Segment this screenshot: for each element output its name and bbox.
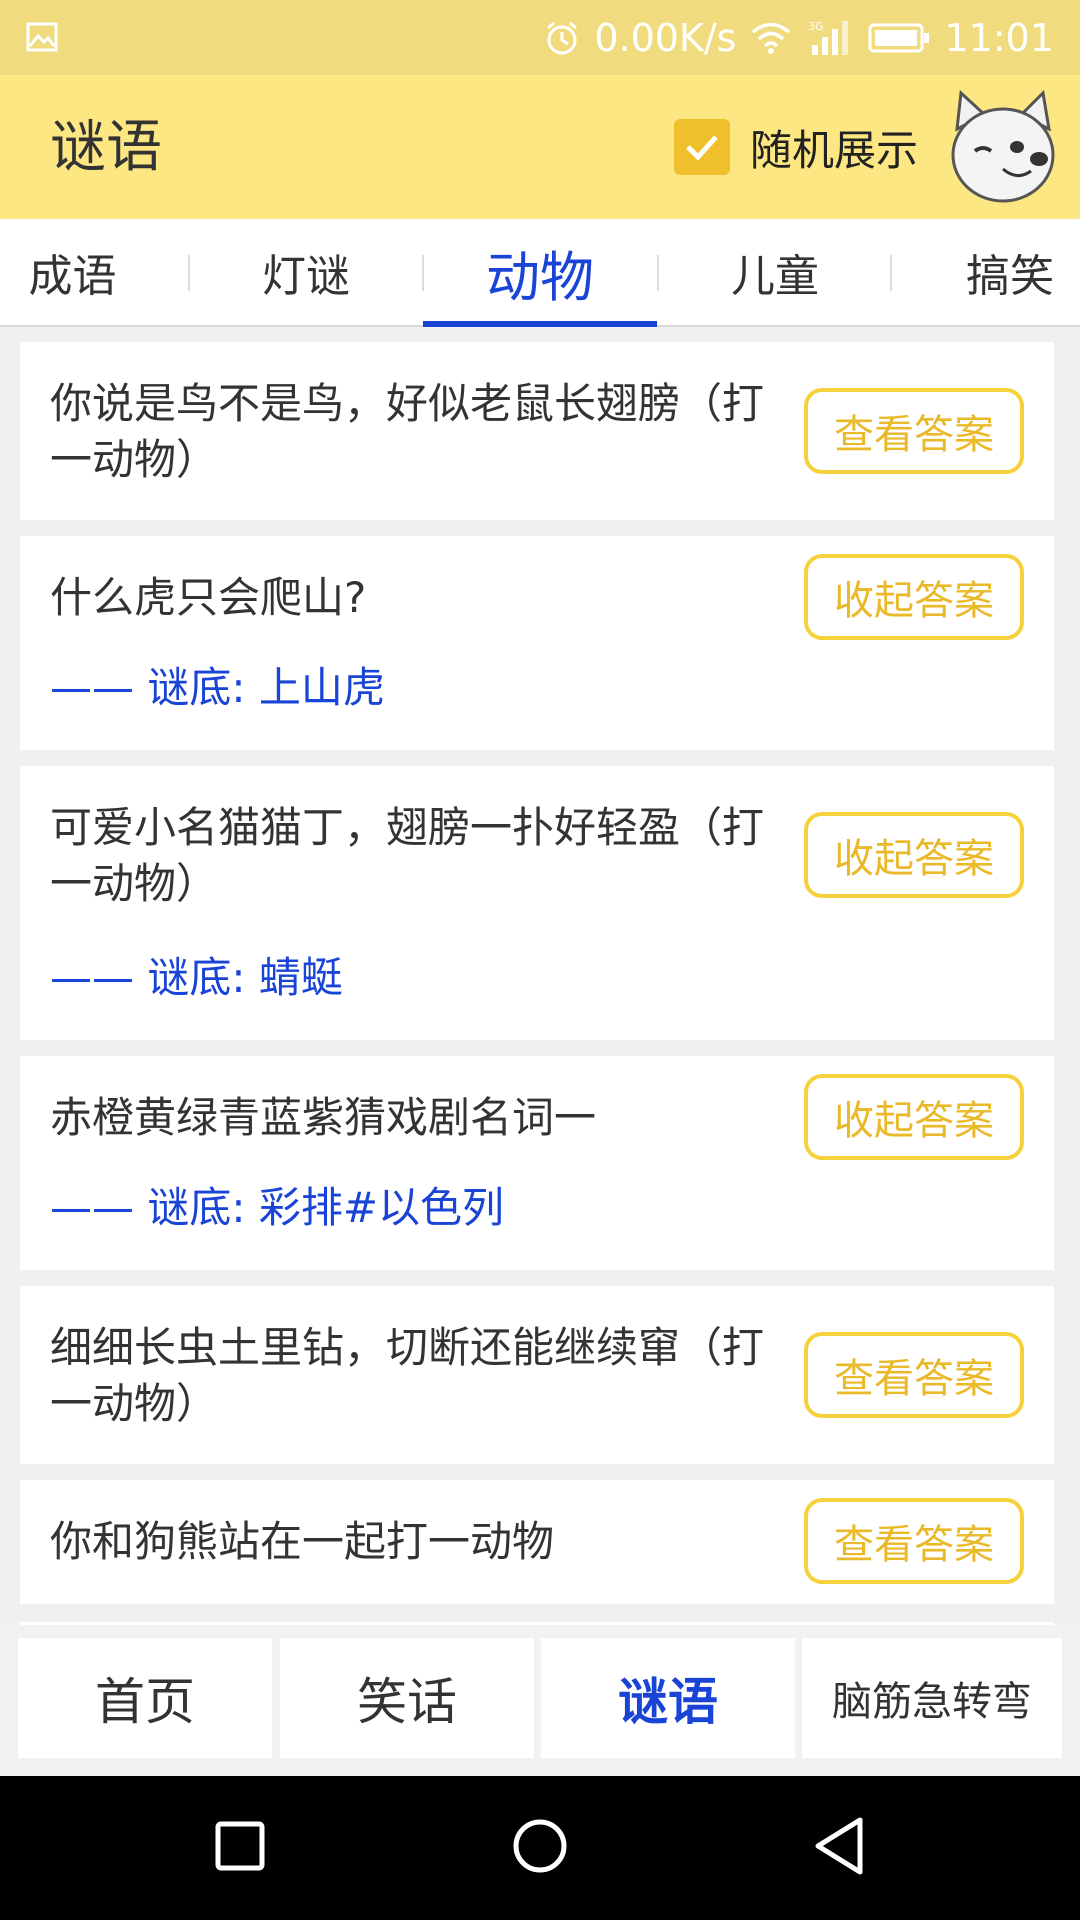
svg-text:3G: 3G — [808, 20, 824, 33]
battery-icon — [868, 23, 930, 52]
hide-answer-button[interactable]: 收起答案 — [804, 812, 1024, 898]
hide-answer-button[interactable]: 收起答案 — [804, 1074, 1024, 1160]
tab-animals[interactable]: 动物 — [423, 219, 657, 327]
riddle-answer: —— 谜底: 彩排#以色列 — [50, 1183, 505, 1232]
gallery-icon — [26, 22, 58, 52]
status-bar: 0.00K/s 3G 11:01 — [0, 0, 1080, 75]
nav-home[interactable]: 首页 — [18, 1638, 272, 1758]
clock: 11:01 — [944, 15, 1054, 60]
show-answer-button[interactable]: 查看答案 — [804, 1332, 1024, 1418]
riddle-answer: —— 谜底: 蜻蜓 — [50, 953, 343, 1002]
riddle-question: 可爱小名猫猫丁，翅膀一扑好轻盈（打一动物） — [50, 803, 765, 908]
page-title: 谜语 — [50, 115, 162, 180]
riddle-card: 你和狗熊站在一起打一动物 查看答案 — [20, 1480, 1054, 1604]
nav-jokes[interactable]: 笑话 — [280, 1638, 534, 1758]
riddle-question: 细细长虫土里钻，切断还能继续窜（打一动物） — [50, 1323, 765, 1428]
status-indicators: 0.00K/s 3G 11:01 — [544, 0, 1054, 75]
network-speed: 0.00K/s — [594, 15, 737, 60]
tab-animals-label: 动物 — [486, 245, 594, 309]
riddle-question: 你说是鸟不是鸟，好似老鼠长翅膀（打一动物） — [50, 379, 765, 484]
back-triangle-icon[interactable] — [812, 1816, 868, 1876]
tab-divider — [890, 255, 892, 291]
hide-answer-button[interactable]: 收起答案 — [804, 554, 1024, 640]
app-bar: 谜语 随机展示 — [0, 75, 1080, 219]
checkmark-icon — [686, 135, 718, 161]
tab-lantern-riddles[interactable]: 灯谜 — [190, 219, 422, 325]
random-display-label: 随机展示 — [750, 125, 919, 175]
nav-brain-teasers[interactable]: 脑筋急转弯 — [802, 1638, 1062, 1758]
alarm-icon — [547, 21, 578, 54]
recent-apps-square-icon[interactable] — [214, 1820, 266, 1872]
show-answer-button[interactable]: 查看答案 — [804, 388, 1024, 474]
random-display-checkbox[interactable] — [674, 119, 730, 175]
riddle-card: 细细长虫土里钻，切断还能继续窜（打一动物） 查看答案 — [20, 1286, 1054, 1464]
tab-children[interactable]: 儿童 — [659, 219, 891, 325]
system-navigation-bar — [0, 1776, 1080, 1920]
riddle-question: 什么虎只会爬山? — [50, 573, 367, 622]
nav-riddles[interactable]: 谜语 — [541, 1638, 795, 1758]
show-answer-button[interactable]: 查看答案 — [804, 1498, 1024, 1584]
tab-funny[interactable]: 搞笑 — [930, 219, 1080, 325]
signal-icon: 3G — [808, 20, 849, 55]
riddle-card: 可爱小名猫猫丁，翅膀一扑好轻盈（打一动物） —— 谜底: 蜻蜓 收起答案 — [20, 766, 1054, 1040]
category-tabs: 成语 灯谜 动物 儿童 搞笑 — [0, 219, 1080, 327]
bottom-navigation: 首页 笑话 谜语 脑筋急转弯 — [0, 1622, 1080, 1776]
riddle-card: 什么虎只会爬山? —— 谜底: 上山虎 收起答案 — [20, 536, 1054, 750]
riddle-card: 你说是鸟不是鸟，好似老鼠长翅膀（打一动物） 查看答案 — [20, 342, 1054, 520]
riddle-question: 你和狗熊站在一起打一动物 — [50, 1517, 555, 1566]
riddle-card: 赤橙黄绿青蓝紫猜戏剧名词一 —— 谜底: 彩排#以色列 收起答案 — [20, 1056, 1054, 1270]
riddle-answer: —— 谜底: 上山虎 — [50, 663, 385, 712]
random-display-toggle[interactable]: 随机展示 — [674, 119, 918, 175]
dog-avatar-icon[interactable] — [947, 89, 1059, 207]
home-circle-icon[interactable] — [512, 1818, 568, 1874]
divider — [20, 1622, 1054, 1625]
active-tab-indicator — [423, 321, 657, 327]
wifi-icon — [752, 22, 791, 54]
riddle-question: 赤橙黄绿青蓝紫猜戏剧名词一 — [50, 1093, 597, 1142]
tab-idioms[interactable]: 成语 — [0, 219, 145, 325]
